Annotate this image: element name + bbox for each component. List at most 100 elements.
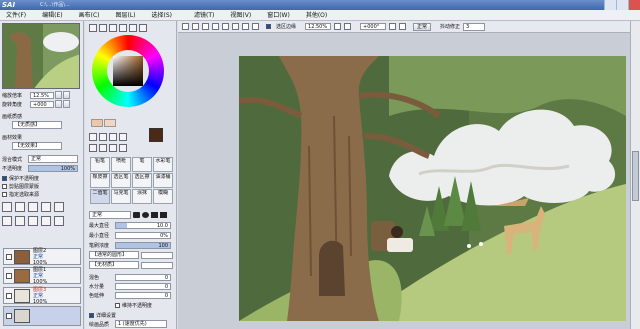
merge-visible-icon[interactable]	[28, 216, 38, 226]
keep-opacity-checkbox[interactable]	[115, 302, 120, 308]
lasso-tool-icon[interactable]	[99, 133, 107, 141]
color-wheel[interactable]	[92, 35, 164, 107]
tool-brush[interactable]: 笔	[132, 157, 152, 172]
transform-icon[interactable]	[212, 23, 219, 30]
tool-blur[interactable]: 模糊	[153, 189, 173, 204]
magic-wand-icon[interactable]	[109, 133, 117, 141]
canvas-angle-field[interactable]: +000°	[360, 23, 387, 30]
scratchpad-tab-icon[interactable]	[139, 24, 147, 32]
detail-settings-checkbox[interactable]	[89, 312, 94, 318]
tool-eraser[interactable]: 橡皮擦	[90, 173, 110, 188]
canvas-zoom-field[interactable]: 12.50%	[305, 23, 332, 30]
zoom-tool-icon[interactable]	[89, 144, 97, 152]
clip-mask-checkbox[interactable]	[2, 183, 7, 189]
scrollbar-thumb[interactable]	[632, 151, 639, 201]
menu-window[interactable]: 窗口(W)	[259, 10, 298, 21]
swatch[interactable]	[91, 119, 103, 127]
maximize-button[interactable]	[616, 0, 628, 10]
brush-shape-strength[interactable]	[141, 251, 173, 259]
tool-airbrush[interactable]: 喷枪	[111, 157, 131, 172]
rotate-ccw-icon[interactable]	[389, 23, 397, 30]
navigator-thumbnail[interactable]	[2, 23, 80, 89]
deselect-icon[interactable]	[182, 23, 189, 30]
min-diameter-slider[interactable]: 0%	[115, 231, 171, 239]
brush-shape-soft[interactable]	[160, 212, 167, 218]
blend-slider[interactable]: 0	[115, 273, 171, 281]
flip-h-icon[interactable]	[222, 23, 229, 30]
menu-layer[interactable]: 图层(L)	[108, 10, 144, 21]
tool-smudge[interactable]: 涂抹	[132, 189, 152, 204]
canvas-artwork[interactable]	[239, 56, 626, 321]
menu-edit[interactable]: 编辑(E)	[34, 10, 70, 21]
tool-select-pen[interactable]: 选区笔	[111, 173, 131, 188]
zoom-in-icon[interactable]	[252, 23, 259, 30]
tool-binary[interactable]: 二值笔	[90, 189, 110, 204]
primary-color[interactable]	[149, 128, 163, 142]
brush-shape-flat[interactable]	[151, 212, 158, 218]
new-set-icon[interactable]	[15, 202, 25, 212]
tool-select-eraser[interactable]: 选区擦	[132, 173, 152, 188]
preserve-opacity-checkbox[interactable]	[2, 175, 7, 181]
eyedropper-icon[interactable]	[119, 144, 127, 152]
select-tool-icon[interactable]	[89, 133, 97, 141]
zoom-plus-icon[interactable]	[344, 23, 352, 30]
vertical-scrollbar[interactable]	[630, 21, 640, 329]
close-button[interactable]	[628, 0, 640, 10]
invert-selection-icon[interactable]	[192, 23, 199, 30]
zoom-out-icon[interactable]	[242, 23, 249, 30]
brush-mode-select[interactable]: 正常	[89, 211, 131, 219]
clear-layer-icon[interactable]	[41, 202, 51, 212]
swatches-tab-icon[interactable]	[129, 24, 137, 32]
dilution-slider[interactable]: 0	[115, 282, 171, 290]
zoom-minus-icon[interactable]	[334, 23, 342, 30]
menu-filter[interactable]: 滤镜(T)	[186, 10, 222, 21]
palette-tab-icon[interactable]	[119, 24, 127, 32]
fill-layer-icon[interactable]	[41, 216, 51, 226]
brush-shape-round[interactable]	[142, 212, 149, 218]
color-square[interactable]	[113, 56, 143, 86]
effect-select[interactable]: 【无效果】	[12, 142, 62, 150]
zoom-in-button[interactable]	[63, 91, 70, 99]
brush-shape-square[interactable]	[133, 212, 140, 218]
quality-select[interactable]: 1 (速度优先)	[115, 320, 167, 328]
normal-view-button[interactable]: 正常	[413, 22, 432, 31]
rotate-tool-icon[interactable]	[99, 144, 107, 152]
new-folder-icon[interactable]	[2, 216, 12, 226]
hsv-slider-tab-icon[interactable]	[109, 24, 117, 32]
brush-texture-select[interactable]: 【无材质】	[89, 261, 139, 269]
menu-other[interactable]: 其他(O)	[298, 10, 335, 21]
angle-field[interactable]: +000	[30, 100, 54, 108]
delete-layer-icon[interactable]	[54, 202, 64, 212]
layer-item[interactable]: 图层1 正常 100%	[3, 267, 81, 285]
tool-watercolor[interactable]: 水彩笔	[153, 157, 173, 172]
texture-select[interactable]: 【无质感】	[12, 121, 62, 129]
rotate-cw-icon[interactable]	[399, 23, 407, 30]
menu-view[interactable]: 视图(V)	[222, 10, 259, 21]
zoom-field[interactable]: 12.5%	[30, 91, 54, 99]
move-tool-icon[interactable]	[119, 133, 127, 141]
brush-shape-select[interactable]: 【通常的圆形】	[89, 251, 139, 259]
hand-tool-icon[interactable]	[109, 144, 117, 152]
selection-edge-checkbox[interactable]	[266, 24, 271, 29]
rotate-left-button[interactable]	[55, 100, 62, 108]
layer-item-selected[interactable]	[3, 306, 81, 326]
swatch[interactable]	[104, 119, 116, 127]
blend-mode-select[interactable]: 正常	[28, 155, 78, 163]
merge-down-icon[interactable]	[15, 216, 25, 226]
menu-canvas[interactable]: 画布(C)	[71, 10, 108, 21]
layer-item[interactable]: 图层3 正常 100%	[3, 287, 81, 305]
persistence-slider[interactable]: 0	[115, 291, 171, 299]
menu-file[interactable]: 文件(F)	[0, 10, 34, 21]
tool-marker[interactable]: 马克笔	[111, 189, 131, 204]
layer-visibility-toggle[interactable]	[6, 253, 12, 260]
brush-texture-strength[interactable]	[141, 261, 173, 269]
layer-item[interactable]: 图层2 正常 100%	[3, 248, 81, 266]
stabilizer-select[interactable]: 3	[463, 22, 486, 31]
color-wheel-tab-icon[interactable]	[89, 24, 97, 32]
select-all-icon[interactable]	[202, 23, 209, 30]
density-slider[interactable]: 100	[115, 241, 171, 249]
max-diameter-slider[interactable]: 10.0	[115, 221, 171, 229]
rgb-slider-tab-icon[interactable]	[99, 24, 107, 32]
flip-v-icon[interactable]	[232, 23, 239, 30]
tool-pencil[interactable]: 铅笔	[90, 157, 110, 172]
